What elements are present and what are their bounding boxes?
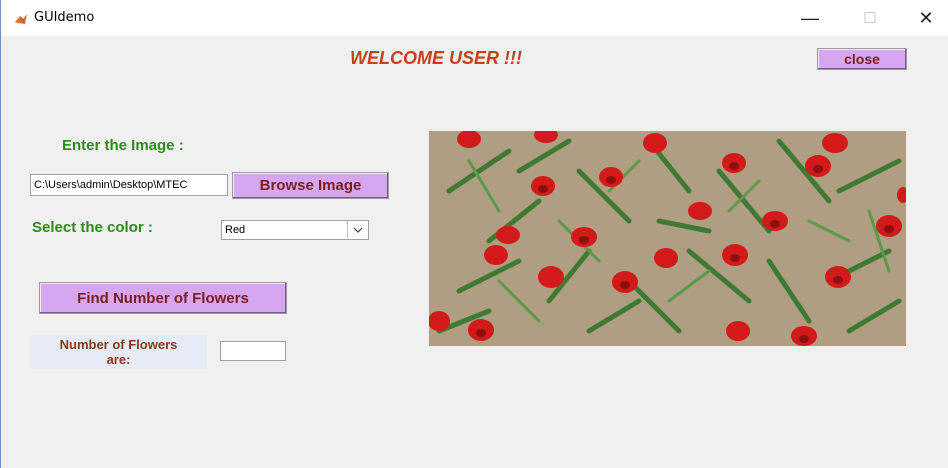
window-title: GUIdemo — [34, 10, 95, 25]
color-dropdown-value: Red — [225, 224, 246, 236]
select-color-label: Select the color : — [32, 219, 153, 236]
find-flowers-button[interactable]: Find Number of Flowers — [39, 282, 287, 314]
enter-image-label: Enter the Image : — [62, 137, 184, 154]
matlab-icon — [14, 12, 28, 26]
app-window: GUIdemo — ☐ ✕ WELCOME USER !!! close Ent… — [0, 0, 948, 468]
flower-count-label-line2: are: — [106, 352, 131, 367]
chevron-down-icon[interactable] — [347, 221, 368, 239]
browse-image-button[interactable]: Browse Image — [232, 172, 389, 199]
flower-count-field[interactable] — [220, 341, 286, 361]
close-button[interactable]: close — [817, 48, 907, 70]
color-dropdown[interactable]: Red — [221, 220, 369, 240]
image-path-field[interactable]: C:\Users\admin\Desktop\MTEC — [30, 174, 228, 196]
flower-count-label: Number of Flowers are: — [30, 335, 207, 369]
window-close-button[interactable]: ✕ — [903, 4, 948, 32]
flower-count-label-line1: Number of Flowers — [59, 337, 178, 352]
tulip-field-image — [429, 131, 906, 346]
title-bar: GUIdemo — ☐ ✕ — [1, 0, 948, 36]
minimize-button[interactable]: — — [787, 4, 833, 32]
maximize-button[interactable]: ☐ — [847, 4, 893, 32]
welcome-heading: WELCOME USER !!! — [350, 48, 522, 68]
